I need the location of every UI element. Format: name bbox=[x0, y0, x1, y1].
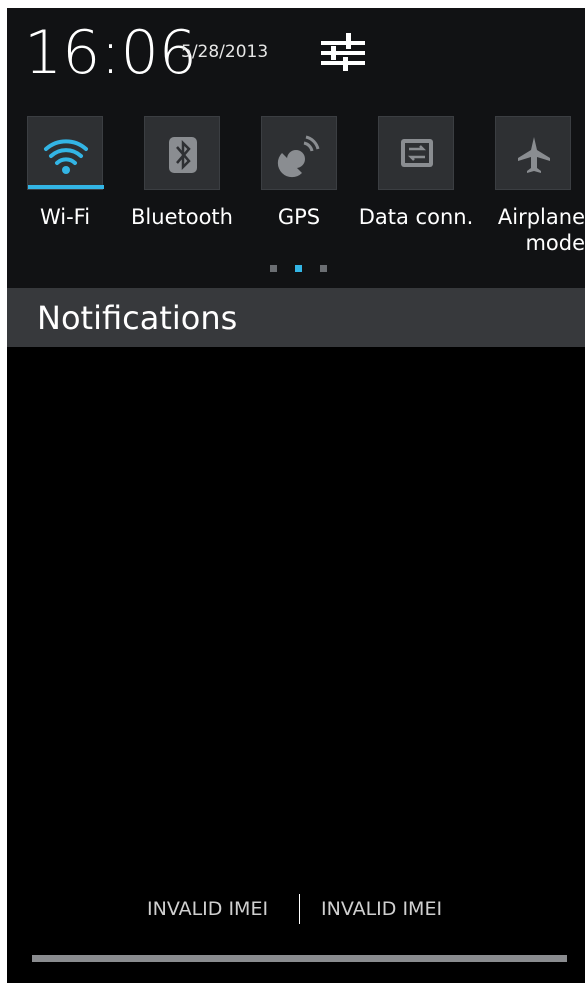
gps-label: GPS bbox=[277, 205, 321, 229]
date: 5/28/2013 bbox=[181, 42, 269, 62]
gps-icon bbox=[277, 135, 320, 178]
page-indicator-dot-2 bbox=[295, 265, 302, 272]
page-indicator-dot-3 bbox=[320, 265, 327, 272]
airplane-icon bbox=[518, 137, 550, 173]
bluetooth-icon bbox=[169, 137, 197, 173]
shade-drag-handle[interactable] bbox=[32, 955, 567, 962]
data-connection-label: Data conn. bbox=[358, 205, 474, 229]
airplane-mode-label-line1: Airplane bbox=[497, 205, 585, 229]
notifications-title: Notifications bbox=[37, 299, 238, 337]
quick-settings-panel: 16:06 5/28/2013 Wi-Fi Bluetooth GPS Data… bbox=[7, 8, 585, 288]
page-indicator-dot-1 bbox=[270, 265, 277, 272]
wifi-toggle[interactable] bbox=[27, 116, 104, 190]
carrier-label-sim1: INVALID IMEI bbox=[147, 898, 269, 920]
carrier-separator bbox=[299, 894, 300, 924]
wifi-label: Wi-Fi bbox=[39, 205, 91, 229]
carrier-label-sim2: INVALID IMEI bbox=[321, 898, 443, 920]
clock: 16:06 bbox=[24, 18, 197, 88]
wifi-icon bbox=[44, 139, 88, 174]
airplane-mode-toggle[interactable] bbox=[495, 116, 571, 190]
bluetooth-label: Bluetooth bbox=[131, 205, 233, 229]
notification-shade: 16:06 5/28/2013 Wi-Fi Bluetooth GPS Data… bbox=[7, 8, 585, 983]
bluetooth-toggle[interactable] bbox=[144, 116, 220, 190]
data-connection-icon bbox=[401, 139, 433, 167]
notifications-header: Notifications bbox=[7, 288, 585, 347]
airplane-mode-label: Airplane mode bbox=[485, 204, 585, 256]
data-connection-toggle[interactable] bbox=[378, 116, 454, 190]
airplane-mode-label-line2: mode bbox=[525, 231, 585, 255]
wifi-active-indicator bbox=[28, 185, 104, 189]
settings-sliders-icon[interactable] bbox=[315, 28, 371, 78]
gps-toggle[interactable] bbox=[261, 116, 337, 190]
